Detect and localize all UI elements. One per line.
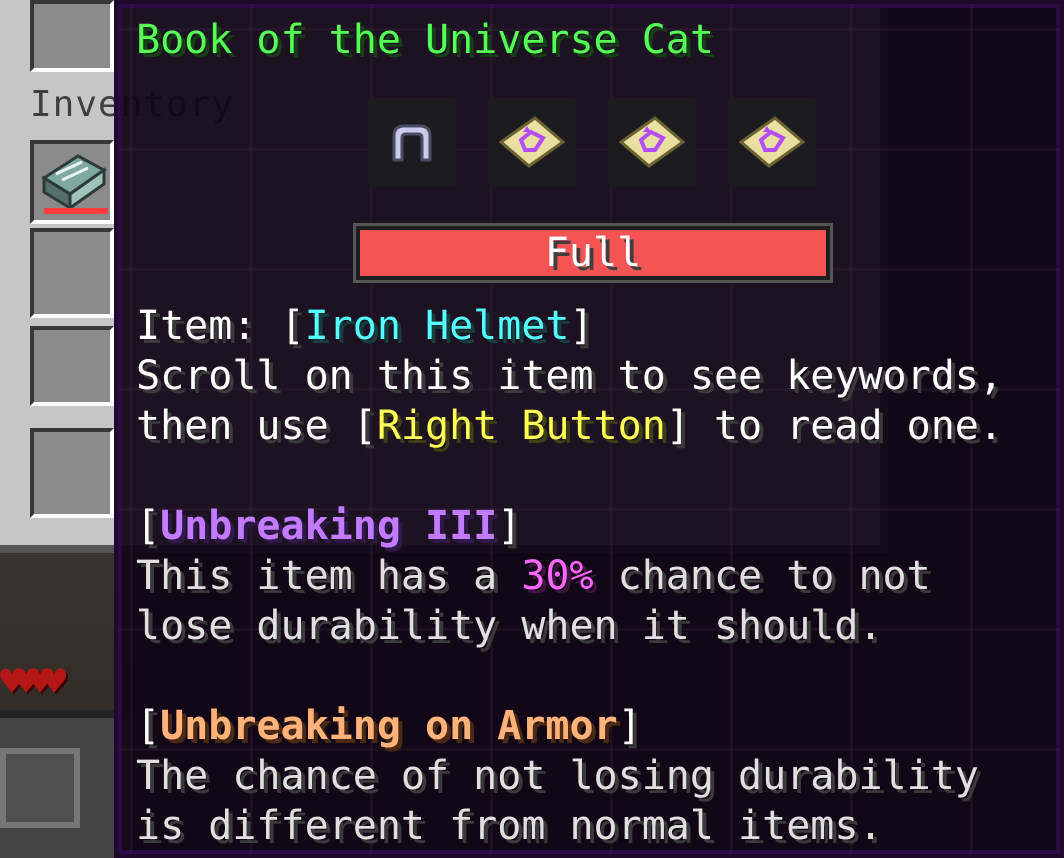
tooltip-title: Book of the Universe Cat	[136, 17, 714, 63]
container-slot[interactable]	[30, 0, 114, 72]
instructions-prefix: then use [	[136, 403, 377, 449]
keyword-1-close: ]	[497, 503, 522, 549]
keyword-2-heading: [Unbreaking on Armor]	[136, 702, 642, 750]
capacity-status-bar: Full	[356, 226, 830, 280]
inventory-slot[interactable]	[30, 228, 114, 318]
capacity-status-label: Full	[544, 230, 642, 276]
keyword-2-name: Unbreaking on Armor	[160, 703, 618, 749]
keyword-1-desc-line-2: lose durability when it should.	[136, 603, 883, 649]
durability-bar	[44, 208, 108, 214]
keyword-2-open: [	[136, 703, 161, 749]
hotbar	[0, 710, 130, 858]
keyword-1-desc-suffix: chance to not	[593, 553, 931, 599]
item-line: Item: [Iron Helmet]	[136, 302, 594, 350]
keyword-2-desc-line-2: is different from normal items.	[136, 803, 883, 849]
iron-helmet-icon	[392, 124, 432, 162]
paper-slot-2	[608, 98, 696, 186]
key-binding-name: Right Button	[376, 403, 666, 449]
item-name: Iron Helmet	[304, 303, 570, 349]
keyword-2-close: ]	[617, 703, 642, 749]
paper-slot-3	[728, 98, 816, 186]
keyword-1-name: Unbreaking III	[160, 503, 498, 549]
health-hearts: ♥♥♥♥	[0, 659, 66, 705]
keyword-2-desc-line-1: The chance of not losing durability	[136, 753, 979, 799]
inventory-slot[interactable]	[30, 428, 114, 518]
inventory-slot[interactable]	[30, 326, 114, 406]
universe-cat-paper-icon	[738, 116, 806, 168]
item-line-prefix: Item: [	[136, 303, 305, 349]
helmet-slot	[368, 98, 456, 186]
universe-cat-paper-icon	[498, 116, 566, 168]
keyword-1-open: [	[136, 503, 161, 549]
instructions-line-1: Scroll on this item to see keywords,	[136, 353, 1003, 399]
keyword-1-desc-prefix: This item has a	[136, 553, 522, 599]
instructions-suffix: ] to read one.	[665, 403, 1003, 449]
hotbar-slot[interactable]	[0, 748, 80, 828]
keyword-1-desc-line-1: This item has a 30% chance to not	[136, 552, 931, 600]
keyword-1-heading: [Unbreaking III]	[136, 502, 521, 550]
item-line-suffix: ]	[569, 303, 594, 349]
universe-cat-paper-icon	[618, 116, 686, 168]
keyword-1-percent: 30%	[521, 553, 594, 599]
instructions-line-2: then use [Right Button] to read one.	[136, 402, 1003, 450]
paper-slot-1	[488, 98, 576, 186]
enchanted-book-icon	[41, 154, 107, 211]
item-tooltip: Book of the Universe Cat Full Item: [Iro…	[114, 0, 1064, 858]
game-screen: Inventory ♥♥♥♥ Book of the Universe Cat	[0, 0, 1064, 858]
